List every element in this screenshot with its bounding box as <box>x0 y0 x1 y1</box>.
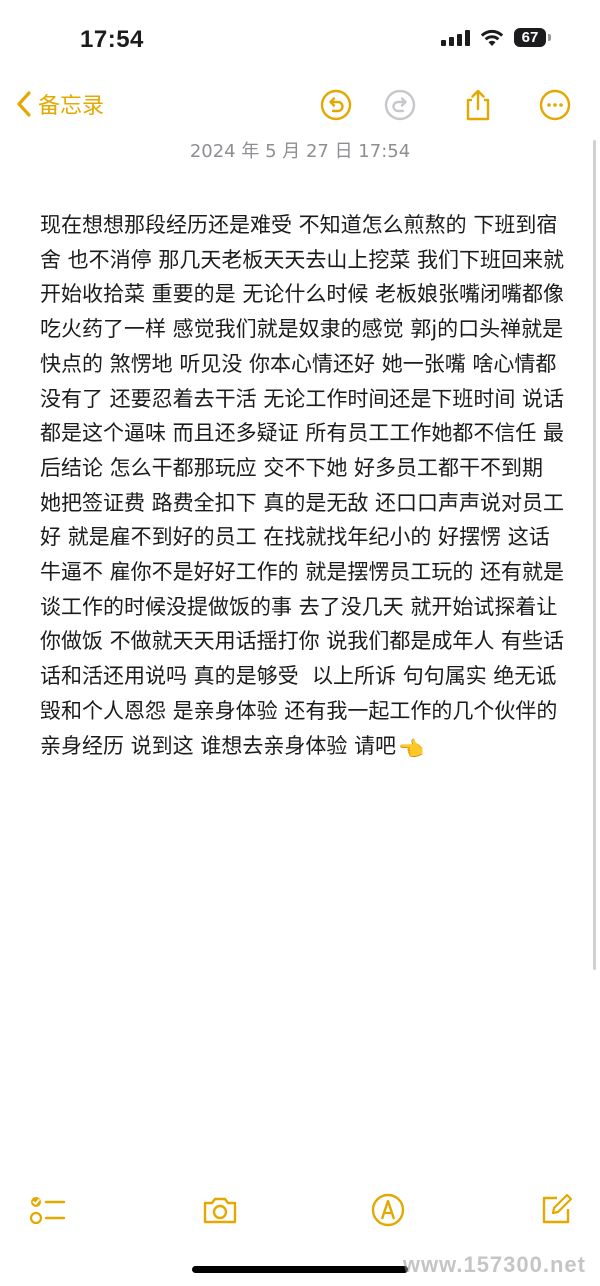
cellular-signal-icon <box>441 29 470 46</box>
back-button[interactable]: 备忘录 <box>16 88 104 120</box>
share-icon[interactable] <box>461 88 495 122</box>
note-text: 现在想想那段经历还是难受 不知道怎么煎熬的 下班到宿舍 也不消停 那几天老板天天… <box>40 213 571 758</box>
camera-icon[interactable] <box>200 1190 240 1230</box>
status-time: 17:54 <box>80 26 144 53</box>
more-icon[interactable] <box>538 88 572 122</box>
undo-icon[interactable] <box>319 88 353 122</box>
back-label: 备忘录 <box>38 94 105 119</box>
wifi-icon <box>480 29 504 46</box>
scroll-indicator[interactable] <box>593 140 596 970</box>
checklist-icon[interactable] <box>28 1190 68 1230</box>
status-indicators: 67 <box>441 28 551 47</box>
note-date: 2024 年 5 月 27 日 17:54 <box>189 141 411 162</box>
compose-icon[interactable] <box>536 1190 576 1230</box>
watermark: www.157300.net <box>402 1252 586 1277</box>
redo-icon[interactable] <box>383 88 417 122</box>
chevron-left-icon <box>17 91 31 117</box>
note-content[interactable]: 现在想想那段经历还是难受 不知道怎么煎熬的 下班到宿舍 也不消停 那几天老板天天… <box>40 208 568 766</box>
battery-level: 67 <box>521 29 539 46</box>
pointing-hand-emoji: 👈 <box>398 736 425 761</box>
battery-icon: 67 <box>514 28 551 47</box>
home-indicator <box>192 1266 408 1273</box>
markup-icon[interactable] <box>368 1190 408 1230</box>
